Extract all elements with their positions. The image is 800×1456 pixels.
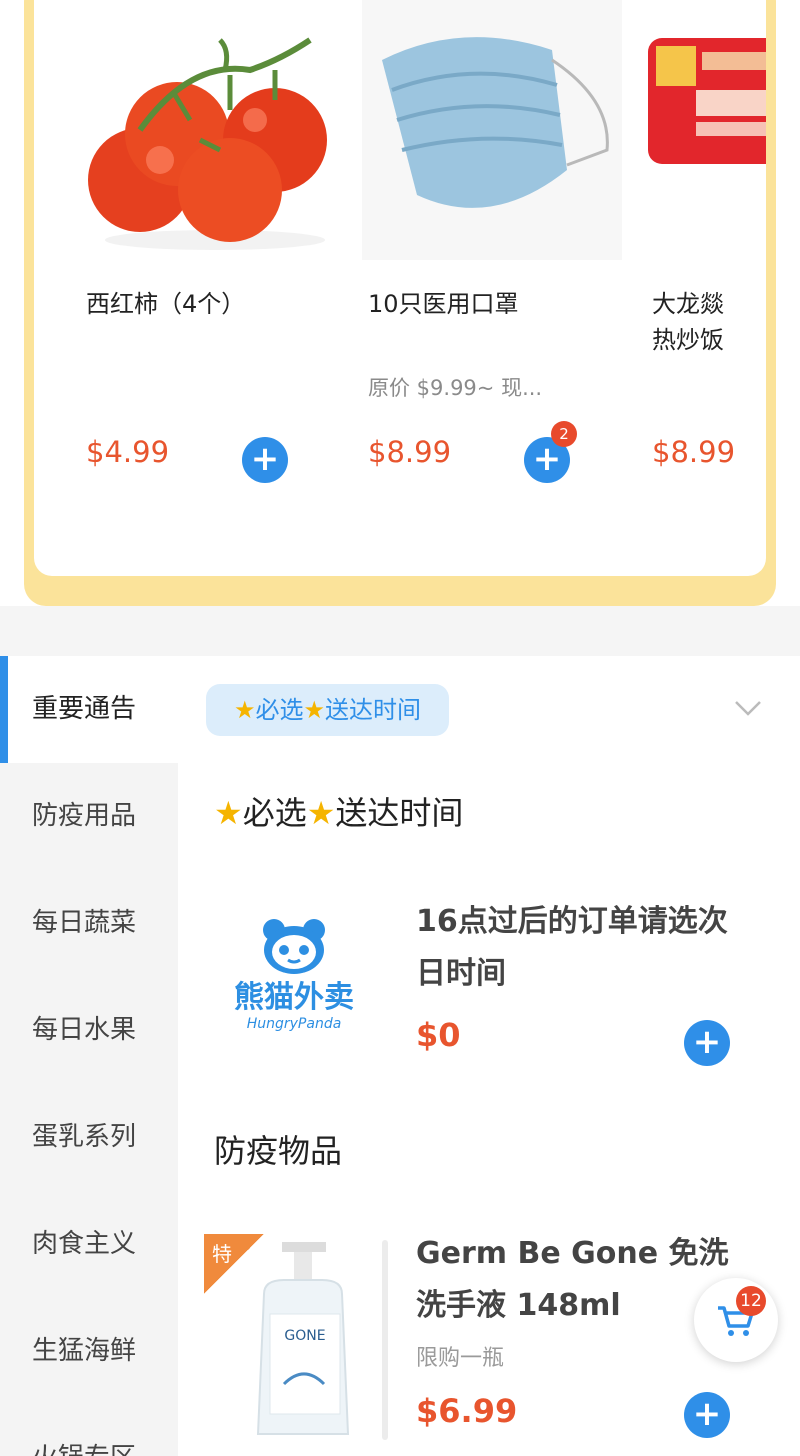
cart-count-badge: 12 bbox=[736, 1286, 766, 1316]
section-divider bbox=[0, 606, 800, 656]
special-tag: 特 bbox=[204, 1234, 264, 1294]
chip-label: 必选 bbox=[255, 696, 304, 724]
tomato-image bbox=[88, 37, 327, 250]
featured-item-mask[interactable]: 10只医用口罩 原价 $9.99~ 现... $8.99 + 2 bbox=[362, 0, 622, 576]
featured-price: $4.99 bbox=[86, 435, 170, 469]
logo-text: 熊猫外卖 bbox=[234, 980, 354, 1015]
sidebar-item-epidemic[interactable]: 防疫用品 bbox=[0, 763, 178, 870]
product-note: 限购一瓶 bbox=[416, 1346, 505, 1371]
cart-button[interactable]: 12 bbox=[694, 1278, 778, 1362]
filter-chip[interactable]: ★必选★送达时间 bbox=[206, 684, 450, 736]
sidebar-item-fruits[interactable]: 每日水果 bbox=[0, 977, 178, 1084]
star-icon: ★ bbox=[214, 794, 243, 832]
sidebar-item-vegetables[interactable]: 每日蔬菜 bbox=[0, 870, 178, 977]
featured-name: 10只医用口罩 bbox=[368, 290, 519, 318]
product-name: Germ Be Gone 免洗洗手液 148ml bbox=[416, 1236, 729, 1323]
featured-name: 大龙燚 热炒饭 bbox=[652, 290, 724, 354]
sidebar-item-seafood[interactable]: 生猛海鲜 bbox=[0, 1298, 178, 1405]
section-title: 防疫物品 bbox=[214, 1132, 343, 1170]
logo-subtext: HungryPanda bbox=[246, 1016, 342, 1032]
product-price: $0 bbox=[416, 1016, 461, 1054]
star-icon: ★ bbox=[303, 696, 326, 724]
sidebar-item-notice[interactable]: 重要通告 bbox=[0, 656, 178, 763]
featured-name: 西红柿（4个） bbox=[86, 290, 246, 318]
category-sidebar: 重要通告 防疫用品 每日蔬菜 每日水果 蛋乳系列 肉食主义 生猛海鲜 火锅专区 bbox=[0, 656, 178, 1456]
panda-icon bbox=[263, 919, 325, 974]
star-icon: ★ bbox=[306, 794, 336, 832]
add-to-cart-button[interactable]: + bbox=[684, 1392, 730, 1438]
add-to-cart-button[interactable]: + bbox=[242, 437, 288, 483]
featured-item-fried-rice[interactable]: 大龙燚 热炒饭 $8.99 bbox=[646, 0, 766, 576]
sidebar-item-meat[interactable]: 肉食主义 bbox=[0, 1191, 178, 1298]
featured-carousel[interactable]: 西红柿（4个） $4.99 + 10只医用口罩 原价 $9.99~ 现... $… bbox=[34, 0, 766, 576]
featured-price: $8.99 bbox=[368, 435, 452, 469]
sidebar-item-hotpot[interactable]: 火锅专区 bbox=[0, 1405, 178, 1456]
featured-price: $8.99 bbox=[652, 435, 736, 469]
featured-original-price: 原价 $9.99~ 现... bbox=[368, 376, 543, 400]
product-name: 16点过后的订单请选次日时间 bbox=[416, 904, 728, 991]
section-title: ★必选★送达时间 bbox=[214, 794, 464, 832]
chevron-down-icon[interactable] bbox=[734, 694, 762, 722]
mask-image bbox=[362, 0, 622, 260]
sidebar-item-eggs-dairy[interactable]: 蛋乳系列 bbox=[0, 1084, 178, 1191]
star-icon: ★ bbox=[234, 696, 256, 724]
fried-rice-image bbox=[648, 38, 766, 164]
product-price: $6.99 bbox=[416, 1392, 518, 1430]
svg-text:GONE: GONE bbox=[284, 1328, 325, 1344]
cart-qty-badge: 2 bbox=[551, 421, 577, 447]
featured-item-tomato[interactable]: 西红柿（4个） $4.99 + bbox=[80, 0, 340, 576]
chip-label: 送达时间 bbox=[325, 696, 422, 724]
hungrypanda-logo: 熊猫外卖 HungryPanda bbox=[208, 916, 380, 1032]
add-to-cart-button[interactable]: + bbox=[684, 1020, 730, 1066]
